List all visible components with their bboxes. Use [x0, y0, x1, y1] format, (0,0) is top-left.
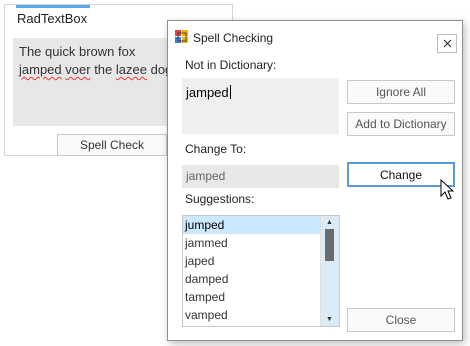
suggestion-item[interactable]: vamped: [183, 306, 321, 324]
spellcheck-app-icon: [175, 30, 188, 43]
not-in-dictionary-field[interactable]: jamped: [182, 78, 339, 134]
add-to-dictionary-button[interactable]: Add to Dictionary: [347, 112, 455, 136]
panel-title: RadTextBox: [17, 11, 88, 26]
mouse-pointer-icon: [440, 179, 455, 200]
suggestions-label: Suggestions:: [185, 192, 255, 206]
misspelled-word: jamped: [19, 62, 62, 77]
change-to-field[interactable]: jamped: [182, 165, 339, 188]
not-in-dictionary-word: jamped: [186, 85, 229, 100]
close-button[interactable]: Close: [347, 308, 455, 332]
dialog-title: Spell Checking: [193, 31, 274, 45]
spell-checking-dialog: Spell Checking Not in Dictionary: jamped…: [167, 20, 463, 341]
close-icon[interactable]: [437, 34, 457, 53]
scroll-thumb[interactable]: [325, 229, 334, 261]
scroll-up-icon[interactable]: ▲: [326, 219, 333, 226]
spell-check-button[interactable]: Spell Check: [57, 134, 167, 156]
text-caret: [229, 85, 231, 99]
suggestion-item-selected[interactable]: jumped: [183, 216, 321, 234]
ignore-all-button[interactable]: Ignore All: [347, 80, 455, 104]
suggestion-item[interactable]: japed: [183, 252, 321, 270]
close-x-icon: [443, 39, 451, 48]
tab-accent-bar: [16, 5, 90, 8]
suggestions-list[interactable]: jumped jammed japed damped tamped vamped…: [182, 215, 340, 327]
suggestion-item[interactable]: tamped: [183, 288, 321, 306]
suggestions-scrollbar[interactable]: ▲ ▼: [320, 216, 339, 326]
misspelled-word: lazee: [115, 62, 147, 77]
word: the: [94, 62, 113, 77]
not-in-dictionary-label: Not in Dictionary:: [185, 58, 277, 72]
change-button[interactable]: Change: [347, 162, 455, 187]
misspelled-word: voer: [65, 62, 91, 77]
suggestion-item[interactable]: jammed: [183, 234, 321, 252]
scroll-down-icon[interactable]: ▼: [326, 316, 333, 323]
change-to-label: Change To:: [185, 142, 247, 156]
suggestion-item[interactable]: damped: [183, 270, 321, 288]
